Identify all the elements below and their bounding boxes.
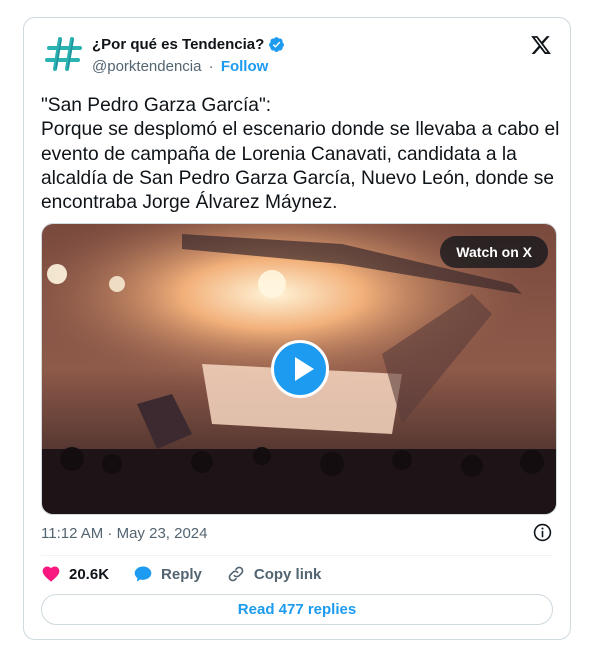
reply-label: Reply [161, 565, 202, 583]
copy-link-label: Copy link [253, 565, 322, 583]
watch-on-x-button[interactable]: Watch on X [440, 236, 548, 268]
author-handle[interactable]: @porktendencia [92, 58, 201, 75]
divider [41, 555, 553, 556]
copy-link-button[interactable]: Copy link [226, 564, 322, 584]
video-player[interactable]: Watch on X [41, 223, 557, 515]
heart-icon [42, 566, 60, 582]
verified-badge-icon [269, 37, 285, 52]
play-icon[interactable] [271, 340, 329, 398]
follow-button[interactable]: Follow [221, 58, 269, 75]
tweet-timestamp[interactable]: 11:12 AM · May 23, 2024 [41, 525, 208, 542]
separator-dot: · [208, 58, 214, 75]
author-name-text[interactable]: ¿Por qué es Tendencia? [92, 36, 264, 53]
tweet-text: "San Pedro Garza García": Porque se desp… [41, 95, 560, 214]
reply-bubble-icon [134, 566, 152, 582]
like-count: 20.6K [69, 565, 110, 583]
info-icon[interactable] [533, 523, 552, 542]
author-name[interactable]: ¿Por qué es Tendencia? [92, 36, 285, 53]
author-handle-row: @porktendencia · Follow [92, 58, 268, 75]
tweet-card: ¿Por qué es Tendencia? @porktendencia · … [23, 17, 571, 640]
action-bar: 20.6K Reply Copy link [41, 564, 345, 584]
read-replies-button[interactable]: Read 477 replies [41, 594, 553, 625]
x-logo-icon[interactable] [530, 34, 552, 56]
like-button[interactable]: 20.6K [41, 564, 109, 584]
reply-button[interactable]: Reply [133, 564, 202, 584]
hashtag-avatar-icon[interactable] [44, 34, 84, 74]
link-icon [228, 566, 244, 582]
